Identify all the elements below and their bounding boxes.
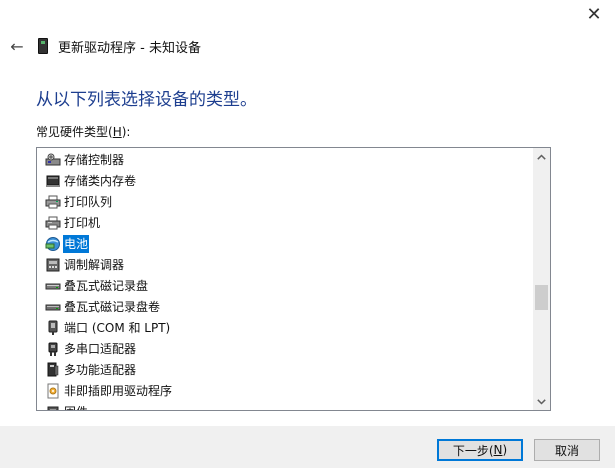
scroll-up-button[interactable] bbox=[533, 148, 550, 165]
list-item[interactable]: 端口 (COM 和 LPT) bbox=[37, 317, 534, 338]
list-item[interactable]: 非即插即用驱动程序 bbox=[37, 380, 534, 401]
non-pnp-driver-icon bbox=[45, 383, 61, 399]
next-accelerator: N bbox=[493, 443, 503, 457]
smr-volume-icon bbox=[45, 299, 61, 315]
update-driver-dialog: ✕ ← 更新驱动程序 - 未知设备 从以下列表选择设备的类型。 常见硬件类型(H… bbox=[0, 0, 615, 476]
list-item-label: 非即插即用驱动程序 bbox=[64, 383, 173, 398]
storage-volume-icon bbox=[45, 173, 61, 189]
vertical-scrollbar[interactable] bbox=[533, 148, 550, 410]
storage-controller-icon bbox=[45, 152, 61, 168]
list-item[interactable]: 多功能适配器 bbox=[37, 359, 534, 380]
close-icon: ✕ bbox=[586, 3, 602, 25]
list-item-label: 电池 bbox=[63, 234, 90, 253]
port-icon bbox=[45, 320, 61, 336]
list-item[interactable]: 调制解调器 bbox=[37, 254, 534, 275]
list-item[interactable]: 存储类内存卷 bbox=[37, 170, 534, 191]
list-item[interactable]: 存储控制器 bbox=[37, 149, 534, 170]
list-item-label: 存储控制器 bbox=[64, 152, 125, 167]
underlying-window-edge bbox=[0, 468, 615, 476]
next-label-suffix: ) bbox=[502, 443, 508, 457]
scroll-thumb[interactable] bbox=[535, 285, 548, 310]
next-button[interactable]: 下一步(N) bbox=[437, 439, 523, 461]
list-item[interactable]: 打印机 bbox=[37, 212, 534, 233]
chevron-down-icon bbox=[537, 398, 546, 405]
battery-icon bbox=[45, 236, 61, 252]
list-item[interactable]: 叠瓦式磁记录盘 bbox=[37, 275, 534, 296]
print-queue-icon bbox=[45, 194, 61, 210]
list-item-label: 多功能适配器 bbox=[64, 362, 137, 377]
next-label-prefix: 下一步( bbox=[452, 443, 494, 458]
scroll-down-button[interactable] bbox=[533, 393, 550, 410]
close-button[interactable]: ✕ bbox=[573, 0, 615, 28]
multiport-serial-icon bbox=[45, 341, 61, 357]
back-button[interactable]: ← bbox=[3, 35, 31, 57]
list-item[interactable]: 多串口适配器 bbox=[37, 338, 534, 359]
list-item-label: 多串口适配器 bbox=[64, 341, 137, 356]
label-suffix: ): bbox=[121, 125, 131, 139]
label-prefix: 常见硬件类型( bbox=[36, 125, 113, 139]
instruction-text: 从以下列表选择设备的类型。 bbox=[36, 90, 257, 110]
back-arrow-icon: ← bbox=[10, 36, 24, 56]
dialog-title: 更新驱动程序 - 未知设备 bbox=[58, 40, 201, 56]
list-item-label: 固件 bbox=[63, 403, 89, 411]
smr-disk-icon bbox=[45, 278, 61, 294]
dialog-header: ← 更新驱动程序 - 未知设备 bbox=[0, 35, 201, 57]
list-item-label: 打印机 bbox=[64, 215, 101, 230]
printer-icon bbox=[45, 215, 61, 231]
hardware-types-label: 常见硬件类型(H): bbox=[36, 123, 130, 140]
label-accelerator: H bbox=[112, 125, 122, 139]
list-item-label: 叠瓦式磁记录盘 bbox=[64, 278, 149, 293]
hardware-types-list[interactable]: 存储控制器存储类内存卷 打印队列打印机电池调制解调器叠瓦式磁记录盘 叠瓦式磁记录盘卷… bbox=[36, 147, 551, 411]
list-item-label: 端口 (COM 和 LPT) bbox=[64, 320, 171, 335]
list-item[interactable]: 固件 bbox=[37, 401, 534, 411]
list-items: 存储控制器存储类内存卷 打印队列打印机电池调制解调器叠瓦式磁记录盘 叠瓦式磁记录盘卷… bbox=[37, 149, 534, 411]
list-item[interactable]: 叠瓦式磁记录盘卷 bbox=[37, 296, 534, 317]
list-item-label: 调制解调器 bbox=[64, 257, 125, 272]
list-item-label: 存储类内存卷 bbox=[64, 173, 137, 188]
chevron-up-icon bbox=[537, 153, 546, 160]
multifunction-adapter-icon bbox=[45, 362, 61, 378]
modem-icon bbox=[45, 257, 61, 273]
device-icon bbox=[38, 38, 48, 54]
list-item-label: 叠瓦式磁记录盘卷 bbox=[64, 299, 161, 314]
list-item[interactable]: 打印队列 bbox=[37, 191, 534, 212]
list-item[interactable]: 电池 bbox=[37, 233, 534, 254]
cancel-button[interactable]: 取消 bbox=[534, 439, 600, 461]
list-item-label: 打印队列 bbox=[64, 194, 113, 209]
firmware-icon bbox=[45, 404, 61, 410]
